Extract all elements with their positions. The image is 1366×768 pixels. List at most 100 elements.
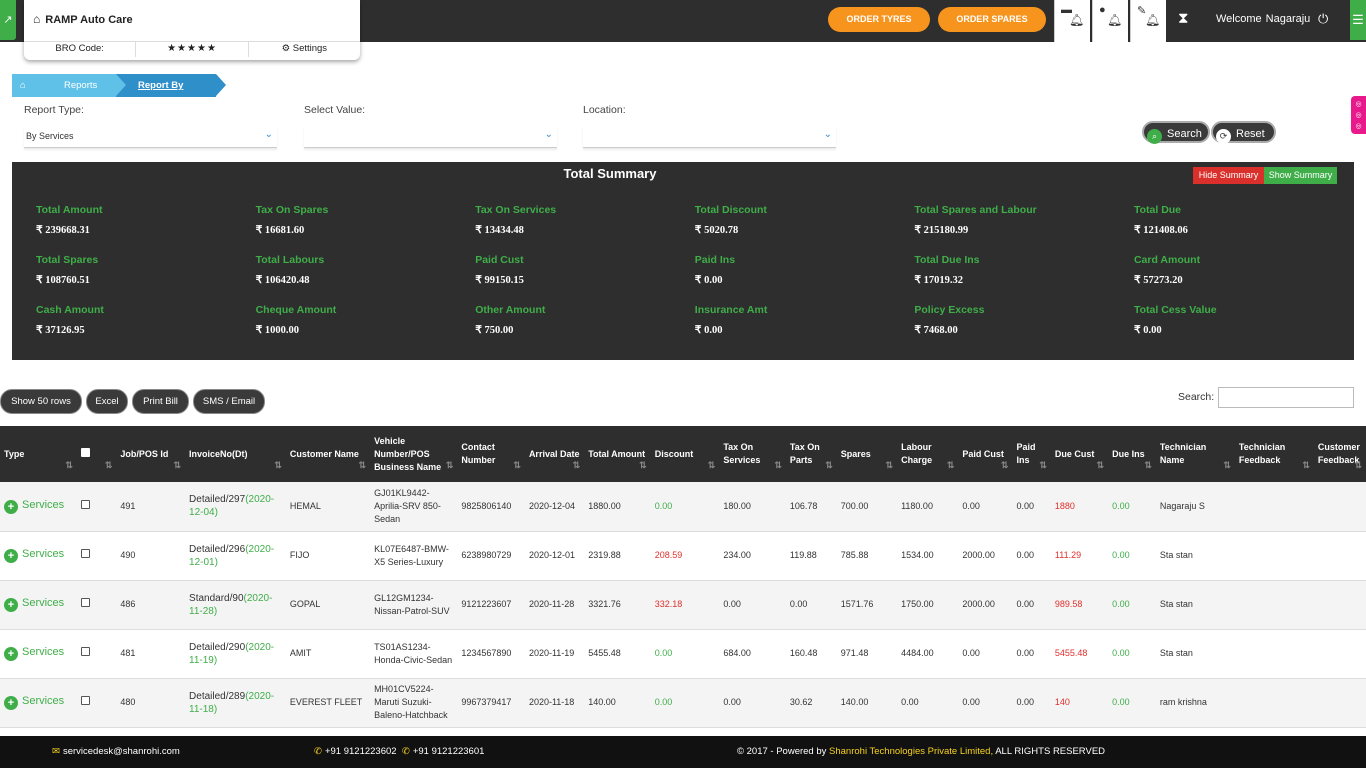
select-value-select[interactable]: ⌄ (304, 126, 557, 148)
column-header[interactable]: Contact Number ⇅ (457, 426, 525, 482)
hide-summary-button[interactable]: Hide Summary (1193, 167, 1264, 184)
sort-icon[interactable]: ⇅ (1039, 459, 1047, 472)
select-all-checkbox[interactable] (80, 447, 90, 457)
reset-button[interactable]: ⟳ Reset (1211, 121, 1276, 144)
row-checkbox[interactable] (80, 696, 90, 705)
show-rows-button[interactable]: Show 50 rows (0, 389, 82, 414)
sort-icon[interactable]: ⇅ (639, 459, 647, 472)
invoice-link[interactable]: Detailed/297(2020-12-04) (189, 494, 274, 518)
cell-cust_fb (1313, 482, 1366, 532)
sort-icon[interactable]: ⇅ (1144, 459, 1152, 472)
location-select[interactable]: ⌄ (583, 126, 836, 148)
column-header[interactable]: Tax On Services ⇅ (719, 426, 786, 482)
row-checkbox[interactable] (80, 499, 90, 509)
user-notification-button[interactable]: ● 🔔︎ (1092, 0, 1128, 42)
breadcrumb-current[interactable]: Report By Invoices (116, 74, 226, 114)
company-link[interactable]: Shanrohi Technologies Private Limited, (829, 746, 993, 757)
breadcrumb-reports[interactable]: Reports (42, 74, 126, 97)
sort-icon[interactable]: ⇅ (774, 459, 782, 472)
chart-toggle-icon[interactable]: ↗ (0, 0, 16, 40)
column-header[interactable]: Labour Charge ⇅ (897, 426, 959, 482)
sort-icon[interactable]: ⇅ (513, 459, 521, 472)
sort-icon[interactable]: ⇅ (1354, 459, 1362, 472)
invoice-link[interactable]: Detailed/296(2020-12-01) (189, 544, 274, 568)
column-header[interactable]: Tax On Parts ⇅ (785, 426, 837, 482)
column-header[interactable]: ⇅ (76, 426, 117, 482)
brand-title[interactable]: ⌂ RAMP Auto Care (33, 12, 133, 26)
column-header[interactable]: Total Amount ⇅ (584, 426, 651, 482)
sort-icon[interactable]: ⇅ (1302, 459, 1310, 472)
power-icon[interactable]: ⏻ (1318, 11, 1328, 27)
summary-value: ₹ 7468.00 (914, 325, 958, 336)
sort-icon[interactable]: ⇅ (573, 459, 581, 472)
user-icon: ● (1099, 4, 1106, 16)
column-header[interactable]: Type ⇅ (0, 426, 77, 482)
side-tab[interactable]: ◎ ◎ ◎ (1351, 96, 1366, 134)
column-header[interactable]: Customer Feedback ⇅ (1313, 426, 1366, 482)
footer-email[interactable]: ✉ servicedesk@shanrohi.com (52, 746, 180, 757)
show-summary-button[interactable]: Show Summary (1264, 167, 1337, 184)
column-header[interactable]: Vehicle Number/POS Business Name ⇅ (370, 426, 458, 482)
truck-notification-button[interactable]: ▬ 🔔︎ (1054, 0, 1090, 42)
column-header[interactable]: Paid Cust ⇅ (958, 426, 1013, 482)
menu-icon[interactable]: ☰ (1350, 0, 1366, 40)
hourglass-icon[interactable]: ⧗ (1178, 10, 1189, 27)
sort-icon[interactable]: ⇅ (446, 459, 454, 472)
row-checkbox[interactable] (80, 598, 90, 607)
sort-icon[interactable]: ⇅ (825, 459, 833, 472)
report-type-select[interactable]: By Services ⌄ (24, 126, 277, 148)
cell-tax_serv: 234.00 (719, 531, 786, 581)
wrench-notification-button[interactable]: ✎ 🔔︎ (1130, 0, 1166, 42)
row-checkbox[interactable] (80, 549, 90, 558)
invoice-link[interactable]: Standard/90(2020-11-28) (189, 593, 272, 617)
search-button[interactable]: ⌕ Search (1142, 121, 1210, 144)
table-search-input[interactable] (1218, 387, 1354, 408)
sort-icon[interactable]: ⇅ (359, 459, 367, 472)
sort-icon[interactable]: ⇅ (105, 459, 113, 472)
breadcrumb-home[interactable]: ⌂ (12, 74, 52, 97)
column-header[interactable]: Technician Feedback ⇅ (1234, 426, 1314, 482)
column-header[interactable]: Spares ⇅ (836, 426, 898, 482)
sort-icon[interactable]: ⇅ (65, 459, 73, 472)
row-checkbox[interactable] (80, 647, 90, 656)
settings-link[interactable]: ⚙ Settings (249, 42, 360, 57)
column-header[interactable]: Customer Name ⇅ (285, 426, 371, 482)
cell-value: 0.00 (1016, 648, 1034, 658)
bro-code: BRO Code: (24, 42, 137, 57)
summary-value: ₹ 121408.06 (1133, 225, 1188, 236)
cell-value: 106.78 (789, 500, 818, 511)
sort-icon[interactable]: ⇅ (886, 459, 894, 472)
expand-row-icon[interactable]: + (4, 549, 18, 563)
sort-icon[interactable]: ⇅ (708, 459, 716, 472)
column-header[interactable]: Job/POS Id ⇅ (116, 426, 186, 482)
sort-icon[interactable]: ⇅ (947, 459, 955, 472)
sort-icon[interactable]: ⇅ (1097, 459, 1105, 472)
order-spares-button[interactable]: ORDER SPARES (938, 7, 1046, 32)
sort-icon[interactable]: ⇅ (1223, 459, 1231, 472)
expand-row-icon[interactable]: + (4, 499, 18, 514)
column-header[interactable]: Arrival Date ⇅ (524, 426, 585, 482)
expand-row-icon[interactable]: + (4, 598, 18, 612)
excel-button[interactable]: Excel (86, 389, 128, 414)
column-header[interactable]: Due Cust ⇅ (1050, 426, 1109, 482)
cell-value: Sta stan (1159, 599, 1193, 609)
cell-total: 1880.00 (584, 482, 651, 532)
column-header[interactable]: InvoiceNo(Dt) ⇅ (185, 426, 286, 482)
print-bill-button[interactable]: Print Bill (132, 389, 189, 414)
invoice-link[interactable]: Detailed/290(2020-11-19) (189, 642, 274, 666)
sort-icon[interactable]: ⇅ (173, 459, 181, 472)
column-header-label: Total Amount (588, 448, 646, 459)
column-header[interactable]: Paid Ins ⇅ (1012, 426, 1051, 482)
cell-value: 3321.76 (588, 599, 621, 609)
sms-email-button[interactable]: SMS / Email (193, 389, 265, 414)
sort-icon[interactable]: ⇅ (1001, 459, 1009, 472)
expand-row-icon[interactable]: + (4, 647, 18, 661)
sort-icon[interactable]: ⇅ (274, 459, 282, 472)
expand-row-icon[interactable]: + (4, 696, 18, 710)
column-header[interactable]: Discount ⇅ (650, 426, 720, 482)
cell-tech_fb (1234, 629, 1314, 679)
invoice-link[interactable]: Detailed/289(2020-11-18) (189, 691, 274, 715)
order-tyres-button[interactable]: ORDER TYRES (828, 7, 930, 32)
column-header[interactable]: Technician Name ⇅ (1155, 426, 1235, 482)
column-header[interactable]: Due Ins ⇅ (1108, 426, 1156, 482)
